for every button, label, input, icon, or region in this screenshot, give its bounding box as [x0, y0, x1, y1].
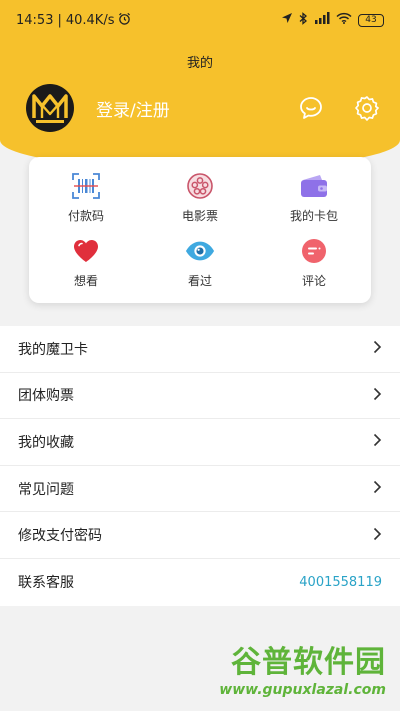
action-movie-ticket[interactable]: 电影票 — [143, 165, 257, 230]
status-separator: | — [57, 12, 62, 28]
chevron-right-icon — [373, 339, 382, 358]
location-icon — [281, 12, 293, 28]
movie-logo-icon — [32, 94, 68, 123]
chevron-right-icon — [373, 432, 382, 451]
action-label: 电影票 — [181, 209, 218, 223]
film-reel-icon — [185, 171, 215, 201]
battery-indicator: 43 — [358, 13, 384, 27]
menu-item-change-payment-password[interactable]: 修改支付密码 — [0, 512, 400, 559]
login-register-link[interactable]: 登录/注册 — [96, 96, 298, 121]
menu-item-membership-card[interactable]: 我的魔卫卡 — [0, 326, 400, 373]
menu-item-contact-support[interactable]: 联系客服 4001558119 — [0, 559, 400, 606]
support-phone-number[interactable]: 4001558119 — [299, 575, 382, 590]
message-icon[interactable] — [298, 95, 324, 121]
avatar[interactable] — [26, 84, 74, 132]
menu-label: 我的收藏 — [18, 434, 74, 451]
barcode-icon — [71, 171, 101, 201]
settings-gear-icon[interactable] — [354, 95, 380, 121]
chevron-right-icon — [373, 526, 382, 545]
status-speed: 40.4K/s — [65, 12, 115, 28]
watermark-url: www.gupuxlazal.com — [219, 682, 386, 698]
chevron-right-icon — [373, 479, 382, 498]
status-left: 14:53 | 40.4K/s — [16, 12, 131, 29]
action-my-wallet[interactable]: 我的卡包 — [257, 165, 371, 230]
wallet-icon — [299, 171, 329, 201]
settings-menu: 我的魔卫卡 团体购票 我的收藏 常见问题 修改支付密码 联系客服 4001558… — [0, 326, 400, 606]
menu-label: 团体购票 — [18, 388, 74, 405]
watermark: 谷普软件园 www.gupuxlazal.com — [216, 645, 386, 703]
bluetooth-icon — [299, 11, 308, 29]
heart-icon — [71, 236, 101, 266]
alarm-icon — [118, 12, 131, 29]
header-icons — [298, 95, 380, 121]
action-payment-code[interactable]: 付款码 — [29, 165, 143, 230]
action-label: 付款码 — [67, 209, 104, 223]
chevron-right-icon — [373, 386, 382, 405]
wifi-icon — [336, 12, 352, 28]
action-label: 我的卡包 — [289, 209, 338, 223]
status-right: 43 — [281, 11, 384, 29]
signal-icon — [314, 12, 330, 28]
action-watched[interactable]: 看过 — [143, 230, 257, 295]
watermark-title: 谷普软件园 — [231, 645, 386, 680]
menu-label: 修改支付密码 — [18, 528, 102, 545]
profile-row: 登录/注册 — [26, 82, 380, 134]
status-time: 14:53 — [16, 12, 54, 28]
menu-label: 联系客服 — [18, 575, 74, 592]
action-label: 评论 — [301, 274, 326, 288]
menu-item-faq[interactable]: 常见问题 — [0, 466, 400, 513]
page-title: 我的 — [186, 56, 213, 71]
menu-item-group-tickets[interactable]: 团体购票 — [0, 373, 400, 420]
menu-label: 我的魔卫卡 — [18, 341, 88, 358]
action-comments[interactable]: 评论 — [257, 230, 371, 295]
eye-icon — [185, 236, 215, 266]
quick-actions-card: 付款码 电影票 我的卡包 想看 看过 评论 — [29, 157, 371, 303]
action-label: 看过 — [187, 274, 212, 288]
status-bar: 14:53 | 40.4K/s 43 — [0, 0, 400, 40]
menu-item-favorites[interactable]: 我的收藏 — [0, 419, 400, 466]
action-label: 想看 — [73, 274, 98, 288]
comment-icon — [299, 236, 329, 266]
menu-label: 常见问题 — [18, 481, 74, 498]
action-want-to-see[interactable]: 想看 — [29, 230, 143, 295]
